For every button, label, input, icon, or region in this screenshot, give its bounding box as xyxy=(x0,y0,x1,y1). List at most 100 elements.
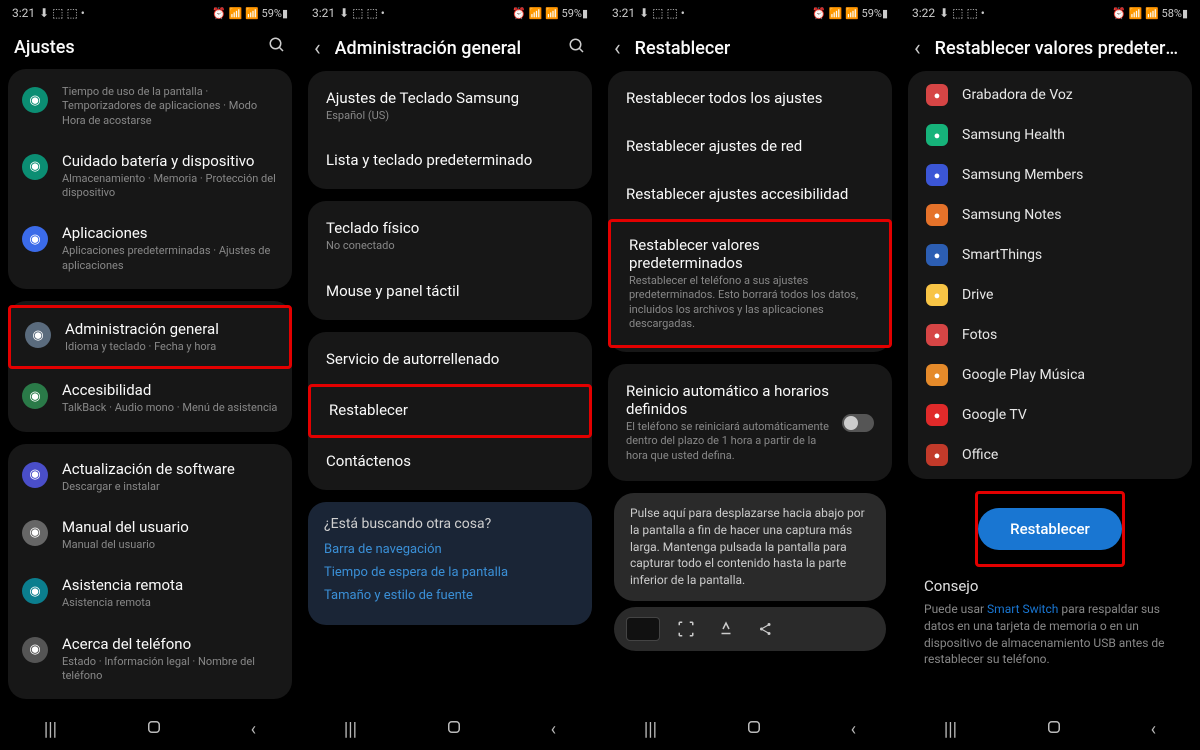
settings-row[interactable]: Restablecer todos los ajustes xyxy=(608,75,892,123)
back-icon[interactable]: ‹ xyxy=(914,36,921,61)
app-list-item: ● Fotos xyxy=(908,315,1192,355)
row-title: Administración general xyxy=(65,320,275,338)
nav-back-icon[interactable]: ‹ xyxy=(551,719,556,740)
app-name: Drive xyxy=(962,287,993,303)
row-icon: ◉ xyxy=(22,226,48,252)
settings-row[interactable]: ◉ Manual del usuario Manual del usuario xyxy=(8,506,292,564)
settings-row[interactable]: ◉ Aplicaciones Aplicaciones predetermina… xyxy=(8,212,292,285)
settings-row[interactable]: Servicio de autorrellenado xyxy=(308,336,592,384)
nav-home-icon[interactable] xyxy=(1045,718,1063,741)
settings-row[interactable]: ◉ Cuidado batería y dispositivo Almacena… xyxy=(8,140,292,213)
row-title: Contáctenos xyxy=(326,452,574,470)
settings-row[interactable]: ◉ Actualización de software Descargar e … xyxy=(8,448,292,506)
status-bar: 3:21 ⬇ ⬚ ⬚ • ⏰ 📶 📶 59%▮ xyxy=(600,0,900,26)
row-subtitle: Idioma y teclado · Fecha y hora xyxy=(65,340,275,354)
settings-row[interactable]: ◉ Acerca del teléfono Estado · Informaci… xyxy=(8,623,292,696)
nav-recents-icon[interactable]: ||| xyxy=(944,719,957,740)
app-name: Google TV xyxy=(962,407,1027,423)
nav-recents-icon[interactable]: ||| xyxy=(644,719,657,740)
status-time: 3:22 xyxy=(912,6,935,20)
app-list-item: ● Office xyxy=(908,435,1192,475)
row-title: Lista y teclado predeterminado xyxy=(326,151,574,169)
settings-row[interactable]: Ajustes de Teclado Samsung Español (US) xyxy=(308,75,592,137)
settings-row[interactable]: ◉ Tiempo de uso de la pantalla · Tempori… xyxy=(8,73,292,140)
nav-home-icon[interactable] xyxy=(745,718,763,741)
row-subtitle: Tiempo de uso de la pantalla · Temporiza… xyxy=(62,85,278,128)
row-subtitle: No conectado xyxy=(326,239,574,253)
app-name: Samsung Health xyxy=(962,127,1065,143)
app-list-item: ● Samsung Members xyxy=(908,155,1192,195)
app-name: Samsung Notes xyxy=(962,207,1061,223)
scroll-capture-tooltip: Pulse aquí para desplazarse hacia abajo … xyxy=(614,493,886,601)
app-list-item: ● Google TV xyxy=(908,395,1192,435)
row-title: Restablecer valores predeterminados xyxy=(629,236,871,272)
settings-row[interactable]: Reinicio automático a horarios definidos… xyxy=(608,368,892,477)
settings-row[interactable]: Contáctenos xyxy=(308,438,592,486)
row-subtitle: Restablecer el teléfono a sus ajustes pr… xyxy=(629,274,871,331)
status-time: 3:21 xyxy=(312,6,335,20)
settings-row[interactable]: Restablecer valores predeterminados Rest… xyxy=(608,219,892,348)
screenshot-toolbar xyxy=(614,607,886,651)
settings-row[interactable]: ◉ Accesibilidad TalkBack · Audio mono · … xyxy=(8,369,292,427)
status-left-icons: ⬇ ⬚ ⬚ • xyxy=(39,6,85,20)
nav-recents-icon[interactable]: ||| xyxy=(344,719,357,740)
settings-row[interactable]: ◉ Administración general Idioma y teclad… xyxy=(8,305,292,369)
status-time: 3:21 xyxy=(12,6,35,20)
row-icon: ◉ xyxy=(22,154,48,180)
nav-back-icon[interactable]: ‹ xyxy=(851,719,856,740)
screen-header: ‹ Administración general xyxy=(300,26,600,71)
app-icon: ● xyxy=(926,244,948,266)
suggestion-link[interactable]: Barra de navegación xyxy=(324,542,576,557)
edit-icon[interactable] xyxy=(712,615,740,643)
status-left-icons: ⬇ ⬚ ⬚ • xyxy=(639,6,685,20)
row-subtitle: Almacenamiento · Memoria · Protección de… xyxy=(62,172,278,201)
app-icon: ● xyxy=(926,324,948,346)
status-bar: 3:22 ⬇ ⬚ ⬚ • ⏰ 📶 📶 58%▮ xyxy=(900,0,1200,26)
search-icon[interactable] xyxy=(268,36,286,59)
capture-thumbnail[interactable] xyxy=(626,617,660,641)
row-title: Restablecer xyxy=(329,401,571,419)
row-title: Manual del usuario xyxy=(62,518,278,536)
nav-bar: ||| ‹ xyxy=(0,708,300,750)
nav-back-icon[interactable]: ‹ xyxy=(251,719,256,740)
suggestion-link[interactable]: Tiempo de espera de la pantalla xyxy=(324,565,576,580)
status-bar: 3:21 ⬇ ⬚ ⬚ • ⏰ 📶 📶 59%▮ xyxy=(300,0,600,26)
app-list-item: ● Drive xyxy=(908,275,1192,315)
nav-recents-icon[interactable]: ||| xyxy=(44,719,57,740)
nav-back-icon[interactable]: ‹ xyxy=(1151,719,1156,740)
settings-group: Restablecer todos los ajustes Restablece… xyxy=(608,71,892,352)
reset-button-wrap: Restablecer xyxy=(975,491,1125,567)
row-title: Acerca del teléfono xyxy=(62,635,278,653)
row-subtitle: Español (US) xyxy=(326,109,574,123)
settings-row[interactable]: Lista y teclado predeterminado xyxy=(308,137,592,185)
smart-switch-link[interactable]: Smart Switch xyxy=(987,602,1058,616)
status-right-icons: ⏰ 📶 📶 59%▮ xyxy=(212,7,288,20)
suggestion-link[interactable]: Tamaño y estilo de fuente xyxy=(324,588,576,603)
settings-row[interactable]: Mouse y panel táctil xyxy=(308,268,592,316)
share-icon[interactable] xyxy=(752,615,780,643)
app-icon: ● xyxy=(926,124,948,146)
nav-home-icon[interactable] xyxy=(445,718,463,741)
settings-row[interactable]: ◉ Asistencia remota Asistencia remota xyxy=(8,564,292,622)
settings-row[interactable]: Restablecer xyxy=(308,384,592,438)
nav-home-icon[interactable] xyxy=(145,718,163,741)
search-icon[interactable] xyxy=(568,37,586,60)
back-icon[interactable]: ‹ xyxy=(614,36,621,61)
row-title: Mouse y panel táctil xyxy=(326,282,574,300)
toggle-switch[interactable] xyxy=(842,414,874,432)
settings-row[interactable]: Restablecer ajustes de red xyxy=(608,123,892,171)
screen-header: ‹ Restablecer valores predeterminados xyxy=(900,26,1200,71)
settings-row[interactable]: Restablecer ajustes accesibilidad xyxy=(608,171,892,219)
row-title: Servicio de autorrellenado xyxy=(326,350,574,368)
page-title: Ajustes xyxy=(14,37,254,58)
app-icon: ● xyxy=(926,284,948,306)
settings-group: Teclado físico No conectado Mouse y pane… xyxy=(308,201,592,319)
back-icon[interactable]: ‹ xyxy=(314,36,321,61)
app-list-item: ● Samsung Health xyxy=(908,115,1192,155)
reset-button[interactable]: Restablecer xyxy=(978,508,1122,550)
scroll-capture-icon[interactable] xyxy=(672,615,700,643)
row-title: Actualización de software xyxy=(62,460,278,478)
settings-row[interactable]: Teclado físico No conectado xyxy=(308,205,592,267)
settings-group: Servicio de autorrellenado Restablecer C… xyxy=(308,332,592,490)
row-icon: ◉ xyxy=(22,87,48,113)
